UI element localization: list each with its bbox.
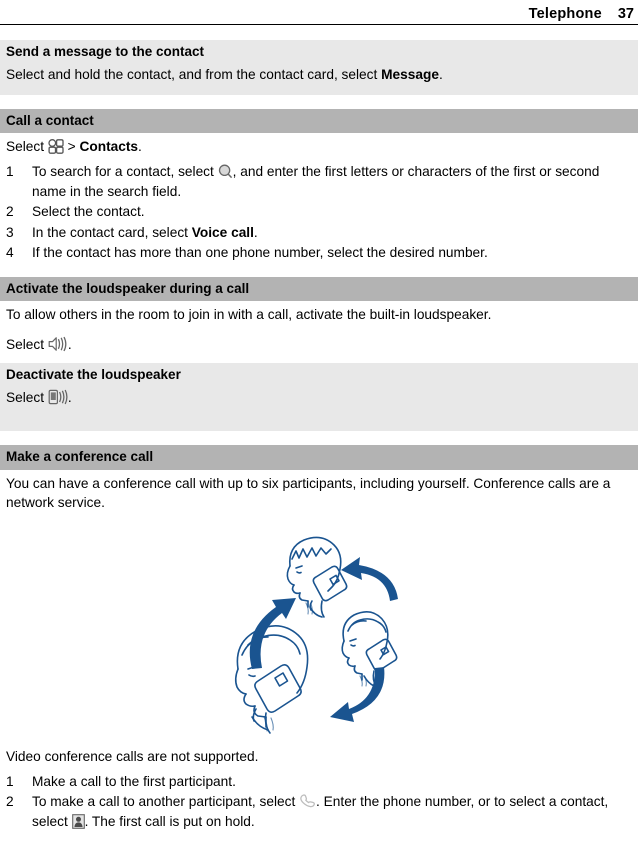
step-text-suffix: . The first call is put on hold. [84,813,255,829]
body-text-prefix: Select and hold the contact, and from th… [6,67,382,83]
section-body-activate-loudspeaker: To allow others in the room to join in w… [6,306,492,322]
section-activate-loudspeaker: Activate the loudspeaker during a call T… [0,276,638,363]
step-text-prefix: In the contact card, select [32,224,192,240]
section-call-contact: Call a contact Select > Contacts. 1 To s… [0,108,638,264]
step-number: 3 [6,224,14,240]
steps-conference-call: 1 Make a call to the first participant. … [0,772,638,832]
section-conference-call: Make a conference call You can have a co… [0,445,638,832]
page-title: Telephone [528,6,602,22]
section-heading-send-message: Send a message to the contact [6,44,205,59]
section-deactivate-loudspeaker: Deactivate the loudspeaker Select . [0,362,638,432]
step-number: 2 [6,204,14,220]
step-text: Make a call to the first participant. [32,773,236,789]
list-item: 1 Make a call to the first participant. [6,772,632,792]
section-send-message: Send a message to the contact Select and… [0,40,638,95]
note-video-conference: Video conference calls are not supported… [6,748,259,764]
conference-arrows [249,556,398,722]
step-text: If the contact has more than one phone n… [32,245,488,261]
step-text: To search for a contact, select , and en… [32,162,632,201]
person-bottom-left [234,624,309,734]
step-number: 1 [6,773,14,789]
body-text-suffix: . [438,67,443,83]
step-text: To make a call to another participant, s… [32,792,632,831]
select-label: Select [6,389,48,405]
body-text-bold: Message [381,67,439,83]
steps-call-contact: 1 To search for a contact, select , and … [0,162,638,263]
list-item: 1 To search for a contact, select , and … [6,162,632,202]
spacer [0,26,638,40]
step-text-bold: Voice call [191,224,254,240]
step-text-prefix: To search for a contact, select [32,164,218,180]
spacer [0,263,638,277]
conference-illustration-svg [234,536,398,734]
person-top [286,536,348,618]
section-heading-conference-call: Make a conference call [0,445,638,470]
handset-speaker-icon[interactable] [48,389,68,405]
section-heading-call-contact: Call a contact [0,108,638,133]
select-line-call-contact: Select > Contacts. [0,133,638,158]
section-body-conference-call: You can have a conference call with up t… [6,475,611,511]
select-label: Select [6,138,45,154]
step-text-prefix: To make a call to another participant, s… [32,794,300,810]
list-item: 4 If the contact has more than one phone… [6,243,632,263]
select-target: Contacts [79,138,139,154]
section-heading-activate-loudspeaker: Activate the loudspeaker during a call [0,276,638,301]
step-text: Select the contact. [32,204,145,220]
section-heading-deactivate-loudspeaker: Deactivate the loudspeaker [6,366,181,382]
select-line-deactivate-loudspeaker: Select . [0,387,638,409]
menu-grid-icon[interactable] [48,138,64,154]
select-separator: > [67,138,76,154]
select-label: Select [6,337,48,353]
step-number: 2 [6,794,14,810]
search-icon[interactable] [218,164,233,179]
step-text: In the contact card, select Voice call. [32,223,632,242]
contact-card-icon[interactable] [71,814,85,829]
select-period: . [138,138,142,154]
page-header: Telephone 37 [0,0,638,26]
person-right [341,610,398,687]
select-period: . [67,389,72,405]
step-number: 4 [6,245,14,261]
list-item: 2 To make a call to another participant,… [6,792,632,832]
select-line-activate-loudspeaker: Select . [0,326,638,356]
header-divider [0,24,638,25]
list-item: 2 Select the contact. [6,202,632,222]
manual-page: Telephone 37 Send a message to the conta… [0,0,638,867]
conference-call-illustration [0,515,638,741]
spacer [0,94,638,109]
step-text-suffix: . [253,224,258,240]
spacer [0,431,638,446]
loudspeaker-icon[interactable] [48,336,68,352]
list-item: 3 In the contact card, select Voice call… [6,223,632,243]
page-number: 37 [617,6,634,22]
section-body-send-message: Select and hold the contact, and from th… [0,64,638,86]
call-handset-icon[interactable] [299,794,316,809]
select-period: . [67,337,72,353]
step-number: 1 [6,164,14,180]
